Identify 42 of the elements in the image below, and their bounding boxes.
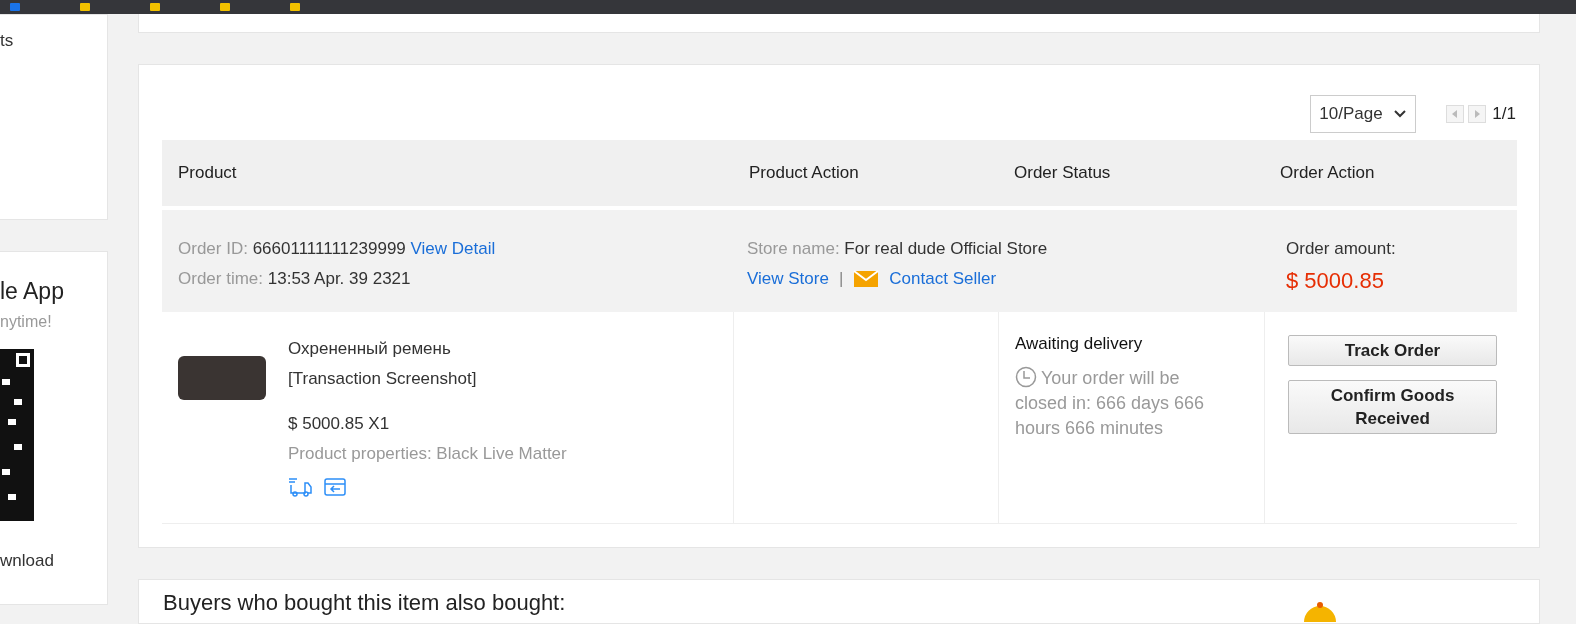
bookmark-icon[interactable]: [150, 3, 160, 11]
contact-seller-link[interactable]: Contact Seller: [889, 264, 997, 294]
order-action-button[interactable]: Track Order: [1288, 335, 1497, 366]
previous-page-button[interactable]: [1446, 105, 1465, 123]
truck-icon[interactable]: [288, 477, 312, 497]
order-time: Order time: 13:53 Apr. 39 2321: [178, 268, 412, 290]
bookmark-icon[interactable]: [290, 3, 300, 11]
product-properties: Product properties: Black Live Matter: [288, 443, 567, 465]
product-price: $ 5000.85 X1: [288, 413, 391, 435]
link-separator: |: [838, 268, 844, 290]
page-size-select[interactable]: 10/Page: [1310, 95, 1417, 133]
app-title: le App: [0, 278, 65, 305]
view-detail-link[interactable]: View Detail: [410, 239, 496, 258]
caret-left-icon: [1452, 110, 1459, 118]
clock-icon: [1015, 366, 1037, 388]
column-header: Product Action: [733, 140, 998, 206]
app-subtitle: nytime!: [0, 313, 53, 331]
store-name: Store name: For real dude Official Store: [747, 238, 1049, 260]
snapshot-link[interactable]: [Transaction Screenshot]: [288, 364, 567, 394]
recommendations-title: Buyers who bought this item also bought:: [163, 590, 566, 617]
sidebar-link[interactable]: ts: [0, 31, 107, 51]
chevron-down-icon: [1393, 109, 1408, 119]
download-link[interactable]: wnload: [0, 551, 107, 571]
order-amount: $ 5000.85: [1286, 267, 1385, 295]
order-action-button[interactable]: Confirm Goods Received: [1288, 380, 1497, 434]
view-store-link[interactable]: View Store: [747, 264, 829, 294]
column-header: Product: [162, 140, 733, 206]
order-id: Order ID: 66601111111239999: [178, 239, 406, 258]
bookmark-icon[interactable]: [220, 3, 230, 11]
page-indicator: 1/1: [1492, 104, 1516, 124]
column-header: Order Action: [1264, 140, 1517, 206]
bookmark-icon[interactable]: [10, 3, 20, 11]
order-amount-label: Order amount:: [1286, 238, 1397, 260]
return-box-icon[interactable]: [324, 477, 346, 497]
caret-right-icon: [1474, 110, 1481, 118]
envelope-icon: [853, 269, 880, 289]
next-page-button[interactable]: [1468, 105, 1487, 123]
column-header: Order Status: [998, 140, 1264, 206]
bookmark-icon[interactable]: [80, 3, 90, 11]
close-countdown: Your order will be closed in: 666 days 666 hours 666 minutes: [1015, 366, 1206, 440]
order-status: Awaiting delivery: [1015, 334, 1144, 354]
product-name[interactable]: Охрененный ремень: [288, 334, 567, 364]
